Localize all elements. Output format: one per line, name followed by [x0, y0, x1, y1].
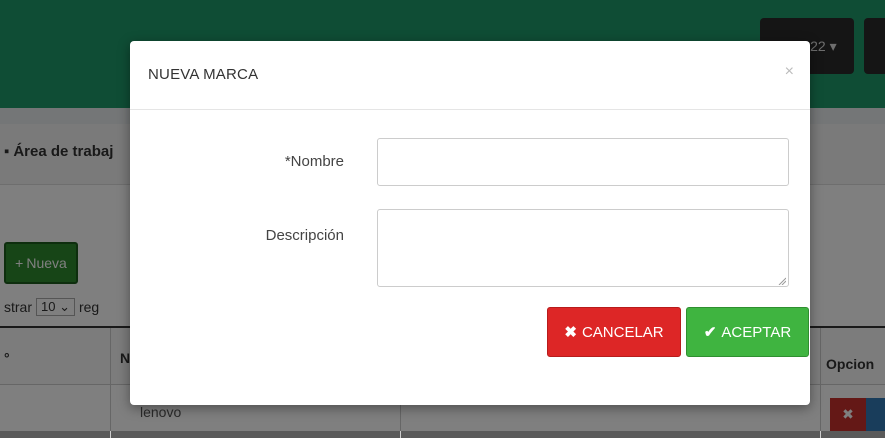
- cancel-button-label: CANCELAR: [581, 323, 664, 341]
- nombre-label: *Nombre: [284, 153, 344, 170]
- modal-title: NUEVA MARCA: [148, 66, 259, 83]
- close-icon: ✖: [564, 324, 577, 341]
- accept-button[interactable]: ✔ ACEPTAR: [686, 307, 809, 357]
- check-icon: ✔: [703, 324, 717, 341]
- nombre-input[interactable]: [377, 138, 789, 186]
- accept-button-label: ACEPTAR: [721, 323, 792, 341]
- cancel-button[interactable]: ✖ CANCELAR: [547, 307, 681, 357]
- descripcion-textarea[interactable]: [377, 209, 789, 287]
- descripcion-label: Descripción: [265, 227, 344, 244]
- new-brand-modal: NUEVA MARCA × *Nombre Descripción ✖ CANC…: [130, 41, 810, 405]
- modal-header: NUEVA MARCA ×: [130, 41, 810, 110]
- resize-grip-icon[interactable]: [778, 277, 786, 285]
- close-icon[interactable]: ×: [785, 63, 794, 81]
